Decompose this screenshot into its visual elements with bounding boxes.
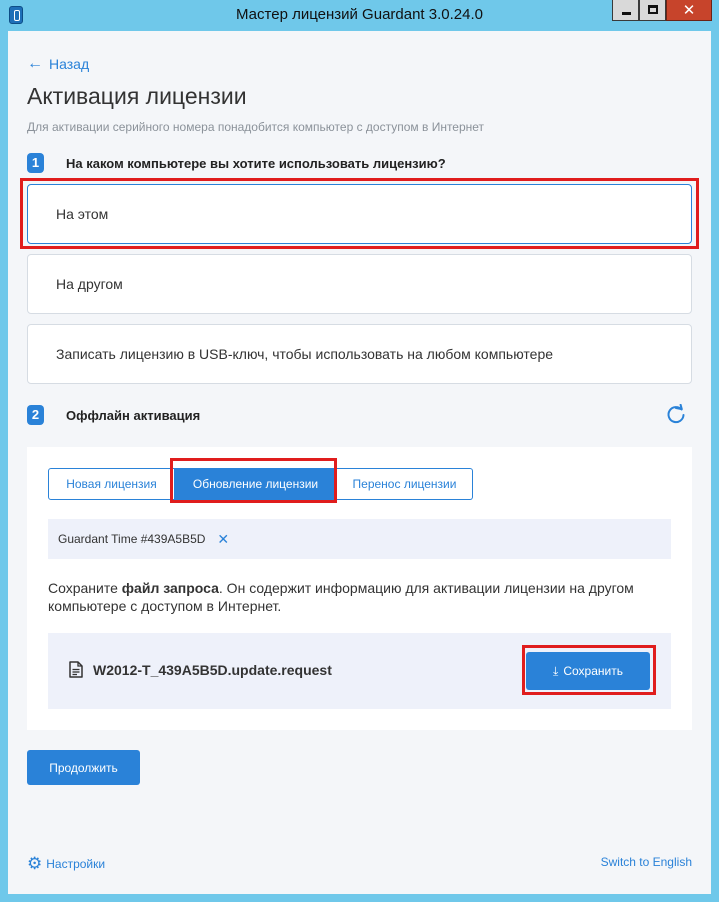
- option-other-computer[interactable]: На другом: [27, 254, 692, 314]
- option-this-computer[interactable]: На этом: [27, 184, 692, 244]
- license-type-tabs: Новая лицензия Обновление лицензии Перен…: [48, 468, 473, 500]
- page-subtitle: Для активации серийного номера понадобит…: [27, 120, 485, 134]
- page-title: Активация лицензии: [27, 83, 247, 109]
- back-link[interactable]: ← Назад: [27, 55, 90, 73]
- request-file-name: W2012-T_439A5B5D.update.request: [93, 662, 332, 678]
- step-1-title: На каком компьютере вы хотите использова…: [66, 156, 446, 171]
- minimize-button[interactable]: [612, 0, 639, 21]
- step-2-badge: 2: [27, 405, 44, 425]
- maximize-icon: [648, 5, 658, 14]
- close-window-button[interactable]: ✕: [666, 0, 712, 21]
- key-chip-label: Guardant Time #439A5B5D: [58, 532, 206, 546]
- refresh-icon[interactable]: [665, 404, 687, 426]
- window-titlebar[interactable]: Мастер лицензий Guardant 3.0.24.0 ✕: [0, 0, 719, 31]
- tab-transfer-license[interactable]: Перенос лицензии: [337, 468, 473, 500]
- option-usb-key[interactable]: Записать лицензию в USB-ключ, чтобы испо…: [27, 324, 692, 384]
- selected-key-chip: Guardant Time #439A5B5D ✕: [48, 519, 671, 559]
- settings-label: Настройки: [46, 857, 106, 871]
- back-link-label: Назад: [49, 56, 90, 72]
- minimize-icon: [622, 12, 631, 15]
- step-1-badge: 1: [27, 153, 44, 173]
- maximize-button[interactable]: [639, 0, 666, 21]
- gear-icon: ⚙: [27, 854, 43, 873]
- file-text-icon: [69, 661, 83, 678]
- arrow-left-icon: ←: [27, 55, 43, 72]
- save-button-label: Сохранить: [563, 664, 623, 678]
- tab-update-license[interactable]: Обновление лицензии: [175, 468, 337, 500]
- desc-prefix: Сохраните: [48, 580, 122, 596]
- offline-activation-panel: Новая лицензия Обновление лицензии Перен…: [27, 447, 692, 730]
- tab-new-license[interactable]: Новая лицензия: [48, 468, 175, 500]
- close-icon: ✕: [682, 2, 696, 19]
- request-file-description: Сохраните файл запроса. Он содержит инфо…: [48, 579, 668, 615]
- settings-link[interactable]: ⚙ Настройки: [27, 854, 105, 874]
- close-icon[interactable]: ✕: [217, 531, 229, 548]
- desc-bold: файл запроса: [121, 580, 219, 596]
- step-2-title: Оффлайн активация: [66, 408, 201, 423]
- window-client-area: ← Назад Активация лицензии Для активации…: [8, 31, 711, 894]
- continue-button[interactable]: Продолжить: [27, 750, 140, 785]
- switch-language-link[interactable]: Switch to English: [601, 855, 692, 869]
- save-request-button[interactable]: ⤓ Сохранить: [526, 652, 650, 690]
- request-file-box: W2012-T_439A5B5D.update.request ⤓ Сохран…: [48, 633, 671, 709]
- download-icon: ⤓: [553, 663, 559, 678]
